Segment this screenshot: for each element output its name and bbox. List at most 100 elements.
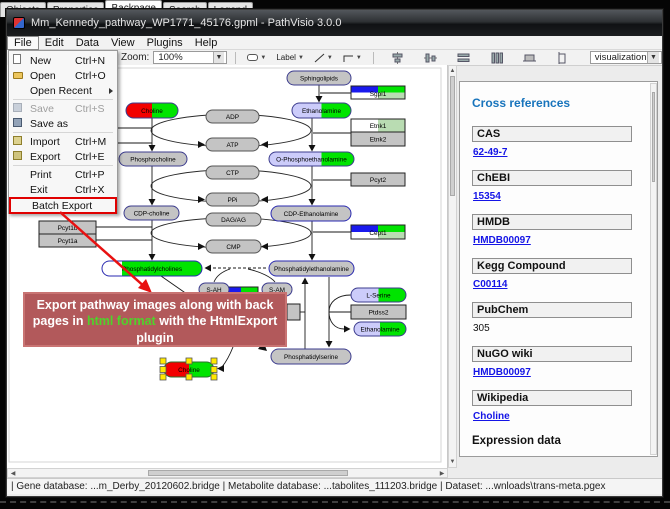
chevron-down-icon[interactable]: ▼: [327, 55, 333, 61]
menu-item-import[interactable]: Import Ctrl+M: [9, 134, 117, 149]
ref-value: 305: [473, 323, 490, 334]
new-line-button[interactable]: ▼: [311, 51, 336, 65]
menu-edit[interactable]: Edit: [39, 36, 70, 50]
expression-data-heading: Expression data: [472, 435, 647, 447]
metabolite-node-ethanolamine[interactable]: Ethanolamine: [292, 103, 351, 118]
svg-text:Etnk1: Etnk1: [370, 123, 387, 130]
backpage-panel: Cross references CAS 62-49-7 ChEBI 15354…: [459, 81, 658, 457]
gene-node-cept1[interactable]: Cept1: [351, 225, 405, 239]
scroll-right-icon[interactable]: ▶: [438, 470, 446, 478]
scroll-down-icon[interactable]: ▼: [449, 458, 456, 466]
gene-node-pcyt2[interactable]: Pcyt2: [351, 173, 405, 186]
metabolite-node-cdp-ethanolamine[interactable]: CDP-Ethanolamine: [271, 206, 351, 221]
scroll-left-icon[interactable]: ◀: [9, 470, 17, 478]
gene-node-etnk2[interactable]: Etnk2: [351, 132, 405, 146]
ref-link[interactable]: HMDB00097: [473, 367, 531, 378]
metabolite-node-phosphocholine[interactable]: Phosphocholine: [119, 152, 187, 166]
menu-data[interactable]: Data: [70, 36, 105, 50]
align-center-y-icon: [424, 52, 437, 64]
ref-link[interactable]: 15354: [473, 191, 501, 202]
ref-link[interactable]: C00114: [473, 279, 507, 290]
visualization-combobox[interactable]: visualization ▼: [590, 51, 662, 64]
ref-link[interactable]: HMDB00097: [473, 235, 531, 246]
svg-text:CMP: CMP: [226, 244, 240, 251]
metabolite-node-atp[interactable]: ATP: [206, 138, 259, 151]
open-folder-icon: [13, 72, 23, 79]
metabolite-node-cdp-choline[interactable]: CDP-choline: [124, 206, 179, 220]
metabolite-node-adp[interactable]: ADP: [206, 110, 259, 123]
gene-node-ptdss2[interactable]: Ptdss2: [351, 305, 406, 319]
chevron-down-icon[interactable]: ▼: [298, 55, 304, 61]
gene-node-sgpl1[interactable]: Sgpl1: [351, 86, 405, 99]
gene-node-pcyt1a[interactable]: Pcyt1a: [39, 234, 96, 247]
svg-text:ADP: ADP: [226, 114, 239, 121]
metabolite-node-o-phosphoethanolamine[interactable]: O-Phosphoethanolamine: [269, 152, 354, 166]
gene-node-pcyt1b[interactable]: Pcyt1b: [39, 221, 96, 234]
metabolite-node-dag-ag[interactable]: DAG/AG: [206, 213, 261, 226]
menu-item-print[interactable]: Print Ctrl+P: [9, 167, 117, 182]
line-tool-icon: [314, 53, 325, 63]
scroll-up-icon[interactable]: ▲: [449, 67, 456, 75]
svg-text:Sphingolipids: Sphingolipids: [300, 76, 338, 83]
import-icon: [13, 136, 22, 145]
save-icon: [13, 103, 22, 112]
menu-help[interactable]: Help: [189, 36, 224, 50]
scrollbar-thumb[interactable]: [148, 470, 348, 476]
metabolite-node-choline[interactable]: Choline: [126, 103, 178, 118]
metabolite-node-phosphatidylserine[interactable]: Phosphatidylserine: [271, 349, 351, 364]
menu-item-batch-export[interactable]: Batch Export: [9, 197, 117, 214]
metabolite-node-l-serine[interactable]: L-Serine: [351, 288, 406, 302]
menu-view[interactable]: View: [105, 36, 141, 50]
ref-title: CAS: [472, 126, 632, 142]
metabolite-node-ethanolamine-2[interactable]: Ethanolamine: [354, 322, 406, 336]
menu-plugins[interactable]: Plugins: [141, 36, 189, 50]
scrollbar-thumb[interactable]: [450, 76, 455, 196]
align-center-x-button[interactable]: [388, 50, 407, 66]
chevron-down-icon[interactable]: ▼: [647, 52, 659, 63]
menu-file[interactable]: File: [7, 36, 39, 50]
menu-item-save-as[interactable]: Save as: [9, 116, 117, 131]
sidebar-scrollbar[interactable]: [650, 83, 657, 455]
new-label-button[interactable]: Label ▼: [273, 51, 307, 64]
metabolite-node-ctp[interactable]: CTP: [206, 166, 259, 179]
ref-link[interactable]: 62-49-7: [473, 147, 507, 158]
metabolite-node-cmp[interactable]: CMP: [206, 240, 261, 253]
metabolite-node-phosphatidylethanolamine[interactable]: Phosphatidylethanolamine: [269, 261, 354, 276]
svg-text:Choline: Choline: [178, 367, 200, 374]
distribute-horizontal-button[interactable]: [454, 50, 473, 66]
metabolite-node-phosphatidylcholines[interactable]: Phosphatidylcholines: [102, 261, 202, 276]
scrollbar-thumb[interactable]: [652, 92, 655, 182]
crossref-heading: Cross references: [472, 96, 647, 110]
ref-link[interactable]: Choline: [473, 411, 510, 422]
menu-item-exit[interactable]: Exit Ctrl+X: [9, 182, 117, 197]
metabolite-node-sphingolipids[interactable]: Sphingolipids: [287, 71, 351, 85]
menu-item-new[interactable]: New Ctrl+N: [9, 53, 117, 68]
zoom-combobox[interactable]: 100% ▼: [153, 51, 227, 64]
gene-node-partial[interactable]: [287, 304, 300, 320]
menu-item-open-recent[interactable]: Open Recent: [9, 83, 117, 98]
align-center-y-button[interactable]: [421, 50, 440, 66]
metabolite-node-ppi[interactable]: PPi: [206, 193, 259, 206]
menu-item-export[interactable]: Export Ctrl+E: [9, 149, 117, 164]
canvas-horizontal-scrollbar[interactable]: ◀ ▶: [7, 468, 448, 478]
chevron-down-icon[interactable]: ▼: [260, 55, 266, 61]
stack-vertical-button[interactable]: [553, 50, 572, 66]
new-datanode-button[interactable]: ▼: [244, 52, 269, 63]
new-connector-button[interactable]: ▼: [340, 51, 365, 65]
gene-node-etnk1[interactable]: Etnk1: [351, 119, 405, 132]
canvas-vertical-scrollbar[interactable]: ▲ ▼: [448, 65, 457, 468]
stack-horizontal-button[interactable]: [520, 50, 539, 66]
svg-text:Pcyt1b: Pcyt1b: [58, 225, 78, 232]
file-menu-popup: New Ctrl+N Open Ctrl+O Open Recent Save …: [8, 50, 118, 214]
status-text: | Gene database: ...m_Derby_20120602.bri…: [11, 481, 605, 492]
menu-item-save[interactable]: Save Ctrl+S: [9, 101, 117, 116]
distribute-vertical-button[interactable]: [487, 50, 506, 66]
ref-title: HMDB: [472, 214, 632, 230]
title-bar: Mm_Kennedy_pathway_WP1771_45176.gpml - P…: [7, 10, 662, 36]
datanode-icon: [247, 54, 258, 61]
chevron-down-icon[interactable]: ▼: [356, 55, 362, 61]
save-as-icon: [13, 118, 22, 127]
chevron-down-icon[interactable]: ▼: [213, 52, 225, 63]
menu-item-open[interactable]: Open Ctrl+O: [9, 68, 117, 83]
zoom-label: Zoom:: [121, 52, 149, 63]
